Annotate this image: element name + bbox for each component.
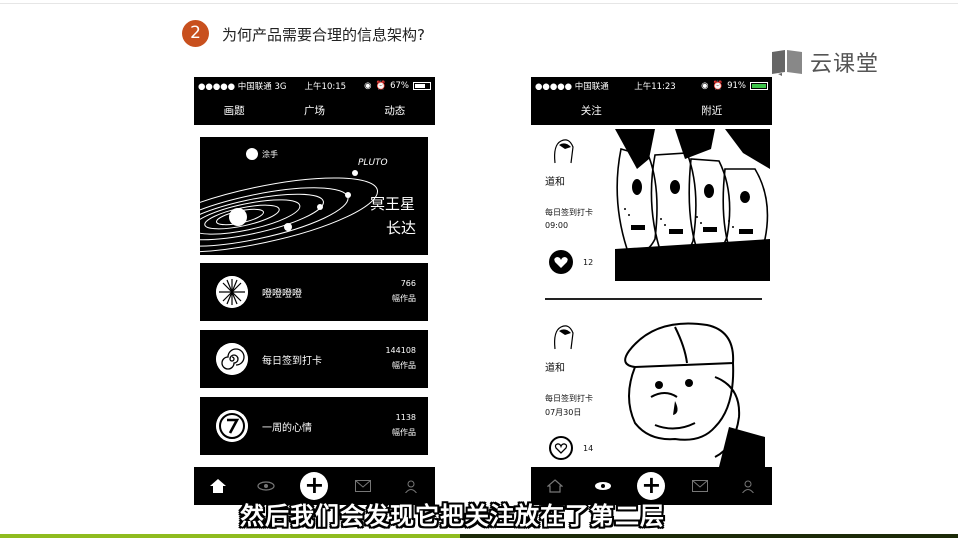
alarm-icon: ⏰ (712, 81, 724, 91)
brand-name: 云课堂 (810, 52, 880, 77)
topic-card[interactable]: 一周的心情 1138 幅作品 (200, 397, 428, 455)
eye-icon (257, 481, 275, 491)
progress-remaining (460, 534, 958, 538)
avatar (554, 139, 574, 164)
post-time: 09:00 (545, 221, 569, 230)
solar-system-illustration: 涂手 PLUTO 冥王星 长达 (194, 148, 416, 253)
top-tabs: 画题 广场 动态 (194, 95, 435, 130)
mail-icon (354, 480, 371, 492)
book-logo-icon (772, 50, 802, 76)
feed-divider (545, 298, 762, 300)
post-drawing-crowd[interactable] (615, 129, 770, 281)
slide-heading: 为何产品需要合理的信息架构? (222, 26, 425, 44)
post-activity: 每日签到打卡 (545, 208, 593, 217)
battery-percent: 91% (727, 81, 746, 91)
banner-logo-text: 涂手 (262, 149, 278, 159)
carrier-signal: ●●●●● 中国联通 (535, 82, 609, 92)
lock-icon: ◉ (364, 81, 372, 91)
card-unit: 幅作品 (392, 361, 416, 370)
man-in-cap-drawing (615, 317, 770, 467)
post-drawing-cap-man[interactable] (615, 317, 770, 467)
top-tabs: 关注 附近 (531, 95, 773, 130)
avatar (554, 325, 574, 350)
card-count: 1138 (395, 413, 416, 422)
like-button[interactable] (549, 250, 573, 274)
status-bar: ●●●●● 中国联通 上午11:23 ◉ ⏰ 91% (531, 77, 772, 95)
profile-button[interactable] (733, 471, 763, 501)
spiral-icon (216, 343, 248, 375)
heart-icon (554, 443, 568, 454)
phone-screenshot-left: ●●●●● 中国联通 3G 上午10:15 ◉ ⏰ 67% 画题 广场 动态 涂… (194, 77, 435, 505)
messages-button[interactable] (685, 471, 715, 501)
starburst-icon (216, 276, 248, 308)
status-bar: ●●●●● 中国联通 3G 上午10:15 ◉ ⏰ 67% (194, 77, 435, 95)
top-divider (0, 3, 958, 4)
alarm-icon: ⏰ (375, 81, 387, 91)
like-button[interactable] (549, 436, 573, 460)
eye-icon (595, 482, 612, 490)
tab-topics[interactable]: 画题 (194, 103, 274, 130)
home-icon (547, 479, 564, 493)
heart-icon (554, 257, 568, 268)
banner-subtitle-art: 长达 (386, 219, 416, 237)
card-title: 每日签到打卡 (262, 356, 322, 367)
phone-screenshot-right: ●●●●● 中国联通 上午11:23 ◉ ⏰ 91% 关注 附近 道和 每日签到… (531, 77, 772, 505)
featured-banner[interactable]: 涂手 PLUTO 冥王星 长达 (194, 137, 428, 255)
banner-handwriting: PLUTO (358, 158, 388, 168)
person-icon (404, 480, 417, 493)
like-count: 12 (583, 258, 594, 267)
card-title: 一周的心情 (262, 423, 312, 434)
card-title: 噔噔噔噔 (262, 289, 302, 300)
topic-card[interactable]: 噔噔噔噔 766 幅作品 (200, 263, 428, 321)
tab-square[interactable]: 广场 (274, 103, 354, 118)
tab-nearby[interactable]: 附近 (652, 103, 773, 118)
card-count: 766 (400, 279, 416, 288)
card-count: 144108 (385, 346, 416, 355)
person-icon (741, 480, 754, 493)
tab-activity[interactable]: 动态 (355, 103, 435, 118)
post-time: 07月30日 (545, 408, 582, 417)
progress-bar[interactable] (0, 534, 958, 538)
section-number-badge: 2 (182, 20, 209, 47)
video-subtitle: 然后我们会发现它把关注放在了第二层 (240, 502, 665, 530)
clock: 上午10:15 (304, 82, 347, 92)
mail-icon (691, 480, 708, 492)
like-count: 14 (583, 444, 594, 453)
brand-logo: 云课堂 (770, 46, 879, 78)
battery-icon (413, 82, 431, 90)
seven-icon (216, 410, 248, 442)
home-button[interactable] (203, 471, 233, 501)
topic-card[interactable]: 每日签到打卡 144108 幅作品 (200, 330, 428, 388)
battery-percent: 67% (390, 81, 409, 91)
slide-frame: 2 为何产品需要合理的信息架构? 云课堂 ●●●●● 中国联通 3G 上午10:… (0, 0, 958, 538)
post-username: 道和 (545, 177, 565, 188)
home-icon (210, 479, 227, 493)
crowd-of-faces-drawing (615, 129, 770, 281)
post-username: 道和 (545, 363, 565, 374)
battery-icon (750, 82, 768, 90)
post-activity: 每日签到打卡 (545, 394, 593, 403)
carrier-signal: ●●●●● 中国联通 3G (198, 82, 287, 92)
card-unit: 幅作品 (392, 428, 416, 437)
card-unit: 幅作品 (392, 294, 416, 303)
tab-following[interactable]: 关注 (531, 103, 652, 130)
lock-icon: ◉ (701, 81, 709, 91)
banner-title-art: 冥王星 (370, 195, 415, 213)
clock: 上午11:23 (634, 82, 676, 92)
